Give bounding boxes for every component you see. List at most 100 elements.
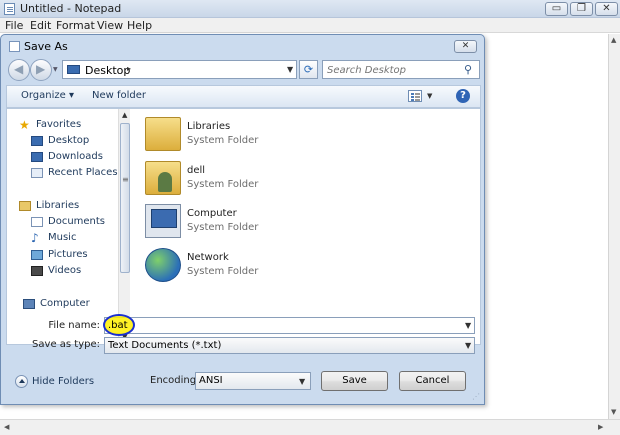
minimize-button[interactable]: ▭	[545, 2, 568, 16]
file-name: dell	[187, 165, 206, 176]
scroll-grip-icon: ≡	[122, 175, 129, 184]
nav-item-label: Computer	[40, 298, 90, 309]
forward-button[interactable]: ▶	[30, 59, 52, 81]
encoding-label: Encoding:	[150, 375, 200, 386]
file-type: System Folder	[187, 135, 259, 146]
file-name-field[interactable]	[108, 319, 448, 332]
scroll-right-icon[interactable]: ▶	[598, 423, 603, 431]
downloads-icon	[31, 152, 43, 162]
nav-item-label: Music	[48, 232, 77, 243]
save-as-type-value: Text Documents (*.txt)	[108, 340, 222, 351]
menu-format[interactable]: Format	[56, 19, 95, 32]
file-name-dropdown-icon[interactable]: ▼	[465, 321, 471, 330]
window-title: Untitled - Notepad	[20, 2, 122, 15]
nav-item-label: Recent Places	[48, 167, 118, 178]
navigation-pane: ★ Favorites Desktop Downloads Recent Pla…	[7, 109, 118, 344]
desktop-icon	[67, 65, 80, 74]
navigation-bar: ◀ ▶ ▼ Desktop ▸ ▼ ⟳ ⚲	[6, 56, 481, 82]
search-icon[interactable]: ⚲	[464, 63, 472, 76]
close-button[interactable]: ✕	[595, 2, 618, 16]
list-item[interactable]: Network System Folder	[145, 246, 345, 286]
command-toolbar: Organize ▾ New folder ▼ ?	[6, 85, 481, 108]
libraries-folder-icon	[145, 117, 181, 151]
hide-folders-label: Hide Folders	[32, 376, 95, 387]
menu-bar: File Edit Format View Help	[0, 18, 620, 33]
nav-item-label: Pictures	[48, 249, 88, 260]
file-name-combobox[interactable]: ▼	[103, 314, 475, 336]
list-item[interactable]: Computer System Folder	[145, 202, 345, 242]
file-list: Libraries System Folder dell System Fold…	[131, 109, 480, 344]
file-type: System Folder	[187, 222, 259, 233]
menu-file[interactable]: File	[5, 19, 23, 32]
scroll-down-icon[interactable]: ▼	[611, 408, 616, 416]
save-as-dialog: Save As ✕ ◀ ▶ ▼ Desktop ▸ ▼ ⟳ ⚲ Organize…	[0, 34, 485, 405]
list-item[interactable]: Libraries System Folder	[145, 115, 345, 155]
file-type: System Folder	[187, 266, 259, 277]
menu-view[interactable]: View	[97, 19, 123, 32]
resize-grip-icon[interactable]: ⋰	[472, 392, 480, 401]
address-location[interactable]: Desktop	[85, 64, 130, 77]
scroll-up-icon[interactable]: ▲	[122, 111, 127, 119]
pictures-icon	[31, 250, 43, 260]
organize-button[interactable]: Organize ▾	[21, 90, 74, 101]
address-dropdown-icon[interactable]: ▼	[287, 65, 293, 74]
recent-places-icon	[31, 168, 43, 178]
scroll-up-icon[interactable]: ▲	[611, 36, 616, 44]
network-icon	[145, 248, 181, 282]
collapse-arrow-icon	[15, 375, 28, 388]
notepad-horizontal-scrollbar[interactable]: ◀ ▶	[0, 419, 620, 435]
menu-help[interactable]: Help	[127, 19, 152, 32]
refresh-button[interactable]: ⟳	[299, 60, 318, 79]
music-icon: ♪	[31, 231, 39, 245]
list-item[interactable]: dell System Folder	[145, 159, 345, 199]
encoding-dropdown-icon[interactable]: ▼	[299, 377, 305, 386]
scroll-left-icon[interactable]: ◀	[4, 423, 9, 431]
help-button[interactable]: ?	[456, 89, 470, 103]
recent-locations-dropdown-icon[interactable]: ▼	[53, 66, 58, 73]
nav-item-label: Downloads	[48, 151, 103, 162]
search-box[interactable]: ⚲	[322, 60, 480, 79]
desktop-icon	[31, 136, 43, 146]
documents-icon	[31, 217, 43, 227]
nav-item-label: Favorites	[36, 119, 82, 130]
file-name: Network	[187, 252, 229, 263]
videos-icon	[31, 266, 43, 276]
dialog-close-button[interactable]: ✕	[454, 40, 477, 53]
notepad-title-bar: Untitled - Notepad ▭ ❐ ✕	[0, 0, 620, 18]
file-type: System Folder	[187, 179, 259, 190]
nav-item-label: Videos	[48, 265, 82, 276]
breadcrumb-chevron-icon[interactable]: ▸	[127, 64, 131, 73]
navigation-pane-scrollbar[interactable]: ▲ ≡ ▼	[118, 109, 130, 344]
save-as-type-dropdown-icon[interactable]: ▼	[465, 341, 471, 350]
libraries-icon	[19, 201, 31, 211]
new-folder-button[interactable]: New folder	[92, 90, 146, 101]
save-button[interactable]: Save	[321, 371, 388, 391]
back-arrow-icon: ◀	[14, 62, 24, 76]
star-icon: ★	[19, 118, 30, 132]
file-name-label: File name:	[48, 320, 100, 331]
dialog-title: Save As	[24, 40, 68, 53]
maximize-button[interactable]: ❐	[570, 2, 593, 16]
encoding-value: ANSI	[199, 375, 223, 386]
nav-item-label: Documents	[48, 216, 106, 227]
cancel-button[interactable]: Cancel	[399, 371, 466, 391]
nav-item-label: Libraries	[36, 200, 80, 211]
user-folder-icon	[145, 161, 181, 195]
view-options-dropdown-icon[interactable]: ▼	[427, 92, 432, 100]
encoding-select[interactable]: ANSI ▼	[195, 372, 311, 390]
file-name: Computer	[187, 208, 237, 219]
search-input[interactable]	[327, 63, 457, 77]
save-as-type-select[interactable]: Text Documents (*.txt) ▼	[104, 337, 475, 354]
change-view-icon[interactable]	[408, 90, 422, 102]
address-bar[interactable]: Desktop ▸ ▼	[62, 60, 297, 79]
menu-edit[interactable]: Edit	[30, 19, 51, 32]
scroll-thumb[interactable]	[120, 123, 130, 273]
notepad-vertical-scrollbar[interactable]: ▲ ▼	[609, 34, 620, 419]
refresh-icon: ⟳	[303, 63, 314, 76]
back-button[interactable]: ◀	[8, 59, 30, 81]
computer-icon	[23, 299, 35, 309]
computer-icon	[145, 204, 181, 238]
save-as-type-label: Save as type:	[32, 339, 100, 350]
nav-item-label: Desktop	[48, 135, 90, 146]
file-name: Libraries	[187, 121, 231, 132]
